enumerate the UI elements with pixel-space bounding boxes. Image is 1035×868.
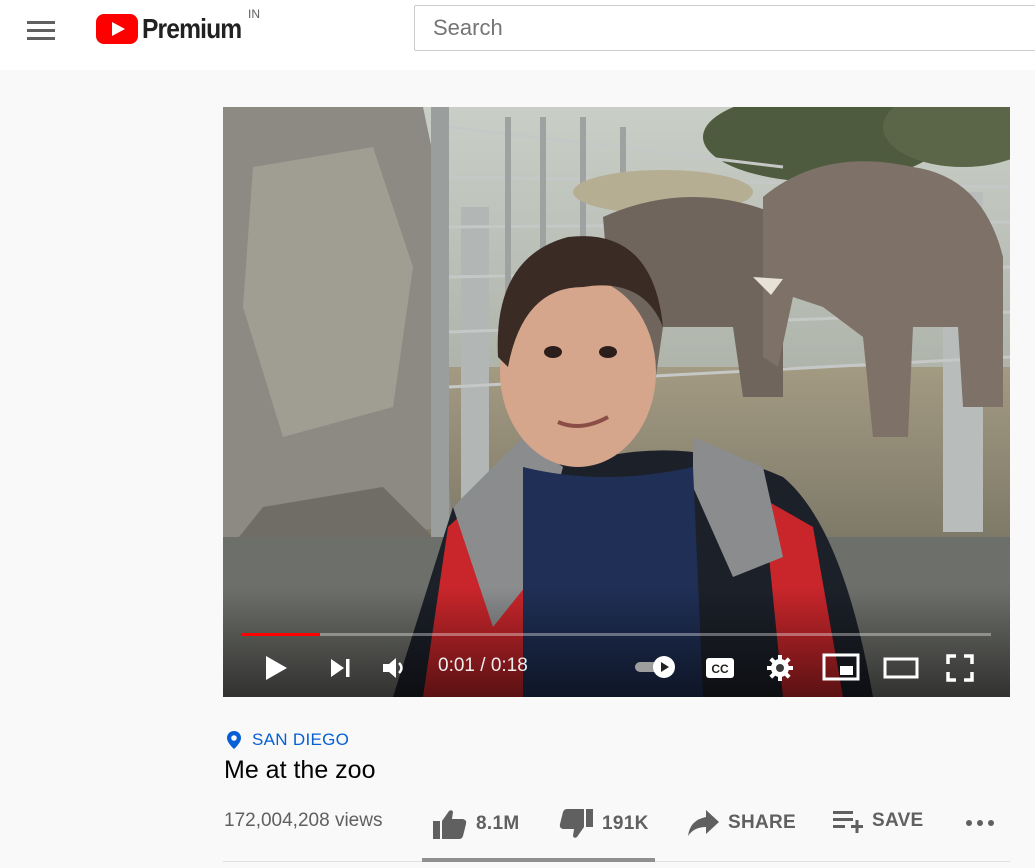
country-code: IN [248,7,260,21]
progress-played [241,633,320,636]
video-title: Me at the zoo [224,756,376,784]
thumbs-up-icon [433,810,467,839]
dislike-count: 191K [602,813,649,834]
like-count: 8.1M [476,813,520,834]
more-actions-button[interactable] [964,815,996,831]
view-count: 172,004,208 views [224,810,383,831]
more-horizontal-icon [966,820,994,826]
share-button[interactable]: SHARE [686,808,796,838]
save-button[interactable]: SAVE [832,808,924,834]
sentiment-bar [422,858,655,862]
thumbs-down-icon [559,809,593,838]
search-box[interactable] [414,5,1035,51]
share-label: SHARE [728,812,797,833]
logo-text: Premium [142,13,242,44]
location-pin-icon [227,731,241,749]
menu-icon[interactable] [22,15,62,45]
location-link[interactable]: SAN DIEGO [226,730,349,750]
video-player[interactable]: 0:01 / 0:18 CC [223,107,1010,697]
masthead: Premium IN [0,0,1035,70]
playlist-add-icon [833,811,863,833]
time-display: 0:01 / 0:18 [438,655,528,676]
like-button[interactable]: 8.1M [432,808,519,840]
next-icon[interactable] [325,653,355,683]
progress-bar[interactable] [241,633,991,636]
save-label: SAVE [872,810,924,831]
captions-icon[interactable]: CC [703,653,737,683]
autoplay-toggle[interactable] [633,653,679,681]
search-input[interactable] [415,6,1035,50]
theater-mode-icon[interactable] [881,653,921,683]
youtube-play-logo-icon [96,14,138,44]
svg-text:CC: CC [711,662,729,676]
youtube-premium-logo[interactable]: Premium [96,12,255,46]
miniplayer-icon[interactable] [821,651,861,683]
fullscreen-icon[interactable] [943,651,977,685]
volume-icon[interactable] [379,653,409,683]
dislike-button[interactable]: 191K [558,808,649,840]
settings-gear-icon[interactable] [764,652,796,684]
play-icon[interactable] [259,651,293,685]
location-label: SAN DIEGO [252,730,350,749]
share-arrow-icon [688,810,719,836]
